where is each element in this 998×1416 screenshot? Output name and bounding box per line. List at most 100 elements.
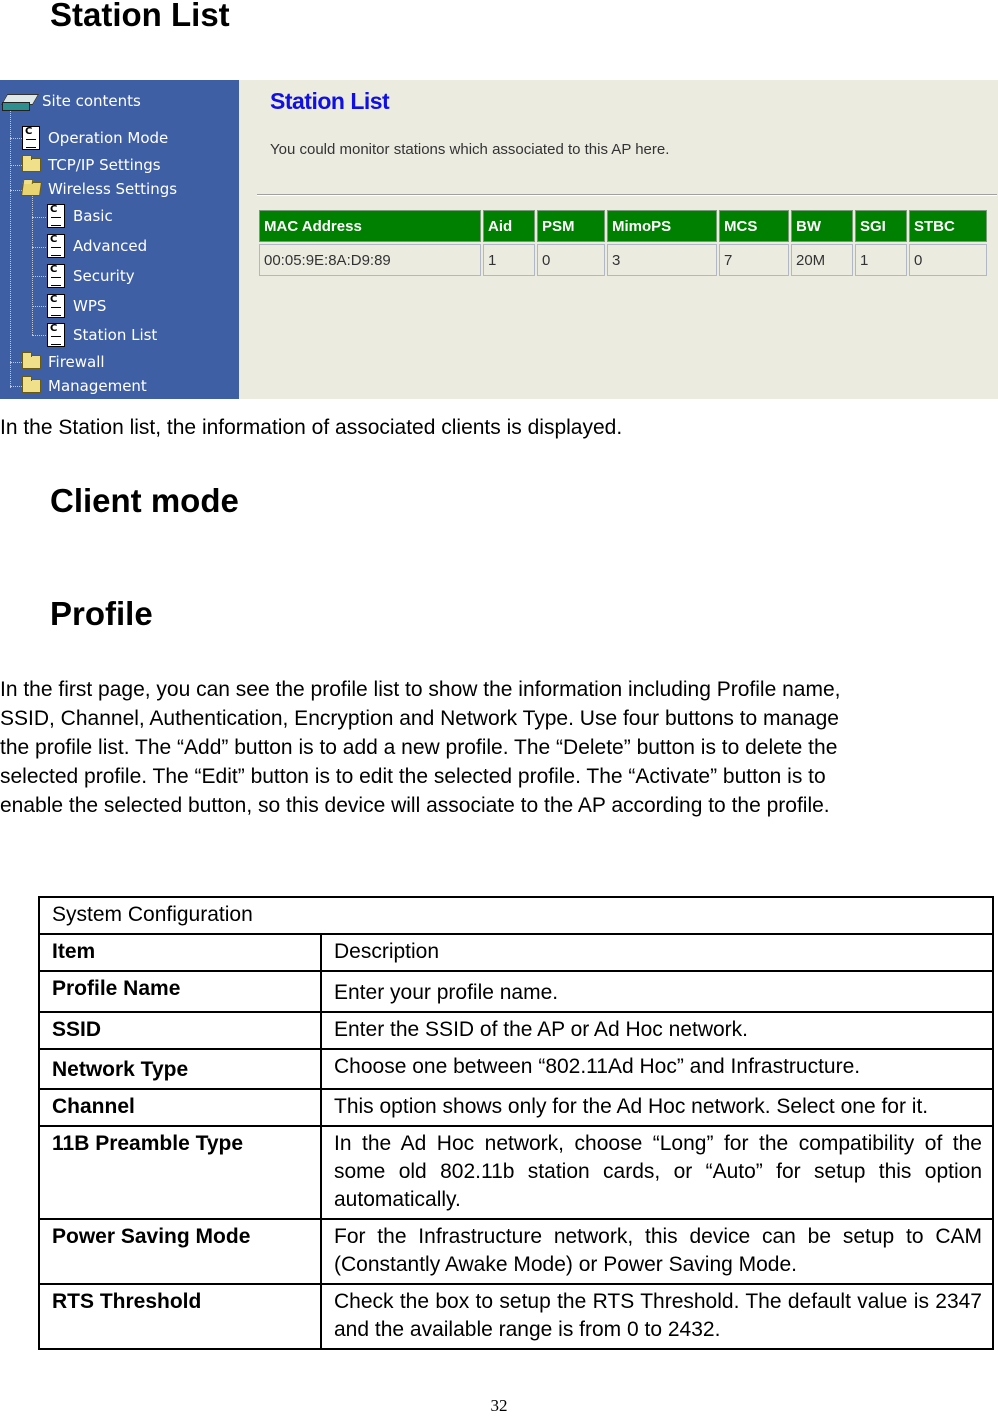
sidebar-item-operation-mode[interactable]: Operation Mode — [22, 126, 168, 150]
table-row: Network Type Choose one between “802.11A… — [38, 1048, 994, 1090]
item-cell: Network Type — [38, 1048, 322, 1090]
sidebar-item-basic[interactable]: Basic — [47, 204, 113, 228]
sidebar-item-security[interactable]: Security — [47, 264, 135, 288]
column-header-aid: Aid — [483, 210, 535, 242]
folder-icon — [22, 376, 41, 393]
sidebar-item-wps[interactable]: WPS — [47, 294, 106, 318]
document-icon — [47, 204, 65, 228]
sidebar-item-label: Firewall — [48, 353, 105, 371]
column-header-sgi: SGI — [855, 210, 907, 242]
cell-mimops: 3 — [607, 244, 717, 276]
document-icon — [47, 264, 65, 288]
cell-mac-address: 00:05:9E:8A:D9:89 — [259, 244, 481, 276]
system-configuration-table: System Configuration Item Description Pr… — [38, 896, 994, 1350]
client-mode-heading: Client mode — [50, 482, 239, 519]
panel-title: Station List — [270, 88, 390, 114]
sidebar-item-label: Advanced — [73, 237, 148, 255]
divider — [257, 194, 997, 196]
tree-guide-line — [32, 190, 33, 335]
table-title: System Configuration — [38, 896, 994, 935]
page-number: 32 — [490, 1396, 508, 1415]
tree-guide-line — [10, 110, 11, 388]
sidebar-item-firewall[interactable]: Firewall — [22, 352, 105, 371]
paragraph-line: the profile list. The “Add” button is to… — [0, 736, 838, 759]
station-table-header: MAC Address Aid PSM MimoPS MCS BW SGI ST… — [259, 210, 987, 242]
column-header-mimops: MimoPS — [607, 210, 717, 242]
folder-icon — [22, 155, 41, 172]
cell-psm: 0 — [537, 244, 605, 276]
paragraph-line: SSID, Channel, Authentication, Encryptio… — [0, 707, 839, 730]
cell-sgi: 1 — [855, 244, 907, 276]
station-list-heading: Station List — [50, 0, 230, 33]
tree-guide-line — [32, 217, 46, 218]
table-row: 11B Preamble Type In the Ad Hoc network,… — [38, 1125, 994, 1220]
sidebar-item-tcpip-settings[interactable]: TCP/IP Settings — [22, 155, 161, 174]
sidebar-item-advanced[interactable]: Advanced — [47, 234, 147, 258]
column-header-mcs: MCS — [719, 210, 789, 242]
cell-bw: 20M — [791, 244, 853, 276]
tree-guide-line — [32, 247, 46, 248]
table-row: Channel This option shows only for the A… — [38, 1088, 994, 1127]
sidebar-item-management[interactable]: Management — [22, 376, 147, 395]
paragraph-line: enable the selected button, so this devi… — [0, 794, 830, 817]
table-row: 00:05:9E:8A:D9:89 1 0 3 7 20M 1 0 — [259, 244, 987, 276]
drive-icon — [0, 92, 40, 111]
document-icon — [47, 294, 65, 318]
table-row: RTS Threshold Check the box to setup the… — [38, 1283, 994, 1350]
tree-guide-line — [10, 190, 22, 191]
folder-icon — [22, 352, 41, 369]
site-contents-sidebar: Site contents Operation Mode TCP/IP Sett… — [0, 80, 239, 399]
column-header-bw: BW — [791, 210, 853, 242]
table-row: SSID Enter the SSID of the AP or Ad Hoc … — [38, 1011, 994, 1050]
sidebar-item-station-list[interactable]: Station List — [47, 323, 157, 347]
folder-open-icon — [21, 182, 42, 196]
cell-mcs: 7 — [719, 244, 789, 276]
description-cell: This option shows only for the Ad Hoc ne… — [320, 1088, 994, 1127]
tree-guide-line — [32, 335, 46, 336]
tree-guide-line — [10, 138, 22, 139]
profile-paragraph: In the first page, you can see the profi… — [0, 675, 998, 820]
table-title-row: System Configuration — [38, 896, 994, 935]
tree-guide-line — [32, 306, 46, 307]
sidebar-item-label: Operation Mode — [48, 129, 169, 147]
item-cell: SSID — [38, 1011, 322, 1050]
sidebar-item-label: TCP/IP Settings — [48, 156, 161, 174]
sidebar-item-label: Security — [73, 267, 135, 285]
station-list-panel: Station List You could monitor stations … — [239, 80, 998, 399]
description-cell: Enter the SSID of the AP or Ad Hoc netwo… — [320, 1011, 994, 1050]
document-icon — [47, 323, 65, 347]
station-list-screenshot: Site contents Operation Mode TCP/IP Sett… — [0, 80, 998, 399]
table-row: Power Saving Mode For the Infrastructure… — [38, 1218, 994, 1285]
tree-guide-line — [10, 386, 22, 387]
column-header-item: Item — [38, 933, 322, 972]
station-list-caption: In the Station list, the information of … — [0, 416, 623, 439]
description-cell: Enter your profile name. — [320, 970, 994, 1013]
cell-stbc: 0 — [909, 244, 987, 276]
sidebar-item-wireless-settings[interactable]: Wireless Settings — [21, 180, 177, 198]
tree-guide-line — [10, 362, 22, 363]
sidebar-item-label: Station List — [73, 326, 158, 344]
item-cell: Profile Name — [38, 970, 322, 1013]
panel-description: You could monitor stations which associa… — [270, 141, 670, 158]
column-header-mac-address: MAC Address — [259, 210, 481, 242]
column-header-stbc: STBC — [909, 210, 987, 242]
sidebar-root-site-contents[interactable]: Site contents — [0, 92, 141, 111]
item-cell: Channel — [38, 1088, 322, 1127]
tree-guide-line — [10, 165, 22, 166]
sidebar-item-label: Management — [48, 377, 147, 395]
cell-aid: 1 — [483, 244, 535, 276]
sidebar-item-label: WPS — [73, 297, 107, 315]
paragraph-line: In the first page, you can see the profi… — [0, 678, 841, 701]
table-header-row: Item Description — [38, 933, 994, 972]
column-header-psm: PSM — [537, 210, 605, 242]
item-cell: Power Saving Mode — [38, 1218, 322, 1285]
description-cell: Check the box to setup the RTS Threshold… — [320, 1283, 994, 1350]
sidebar-item-label: Basic — [73, 207, 113, 225]
description-cell: In the Ad Hoc network, choose “Long” for… — [320, 1125, 994, 1220]
column-header-description: Description — [320, 933, 994, 972]
tree-guide-line — [32, 276, 46, 277]
item-cell: RTS Threshold — [38, 1283, 322, 1350]
sidebar-root-label: Site contents — [42, 92, 141, 110]
description-cell: For the Infrastructure network, this dev… — [320, 1218, 994, 1285]
item-cell: 11B Preamble Type — [38, 1125, 322, 1220]
